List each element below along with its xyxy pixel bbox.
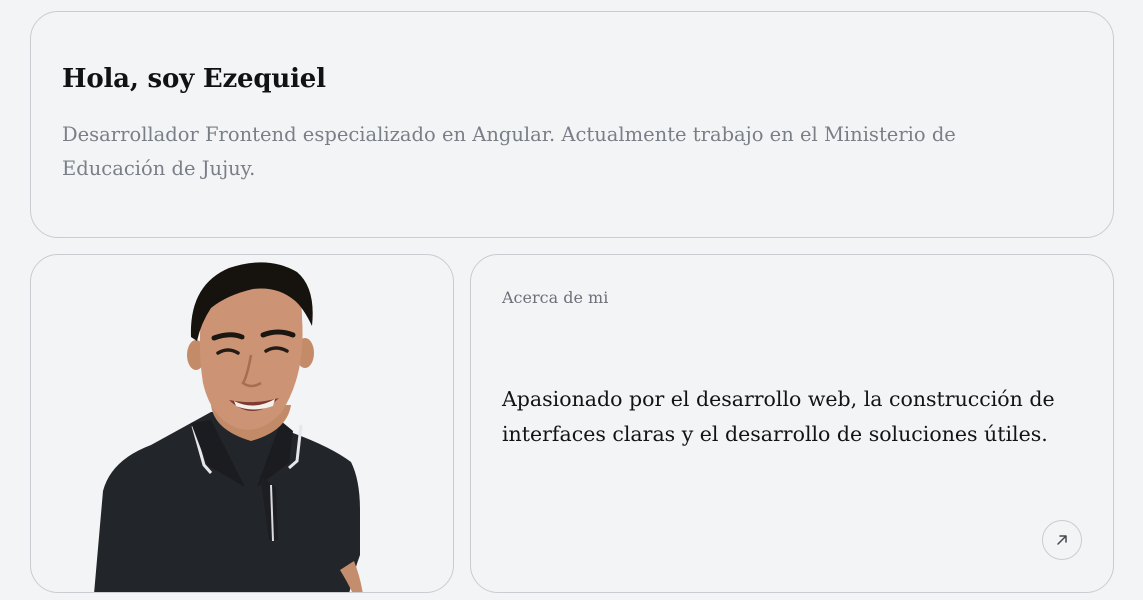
about-card: Acerca de mi Apasionado por el desarroll… (470, 254, 1114, 593)
photo-card (30, 254, 454, 593)
intro-card: Hola, soy Ezequiel Desarrollador Fronten… (30, 11, 1114, 238)
about-label: Acerca de mi (502, 288, 609, 307)
about-link-button[interactable] (1042, 520, 1082, 560)
arrow-up-right-icon (1057, 535, 1067, 545)
page-title: Hola, soy Ezequiel (62, 64, 326, 94)
about-description: Apasionado por el desarrollo web, la con… (502, 387, 1055, 446)
profile-photo (94, 262, 363, 592)
intro-subtitle: Desarrollador Frontend especializado en … (62, 123, 956, 180)
